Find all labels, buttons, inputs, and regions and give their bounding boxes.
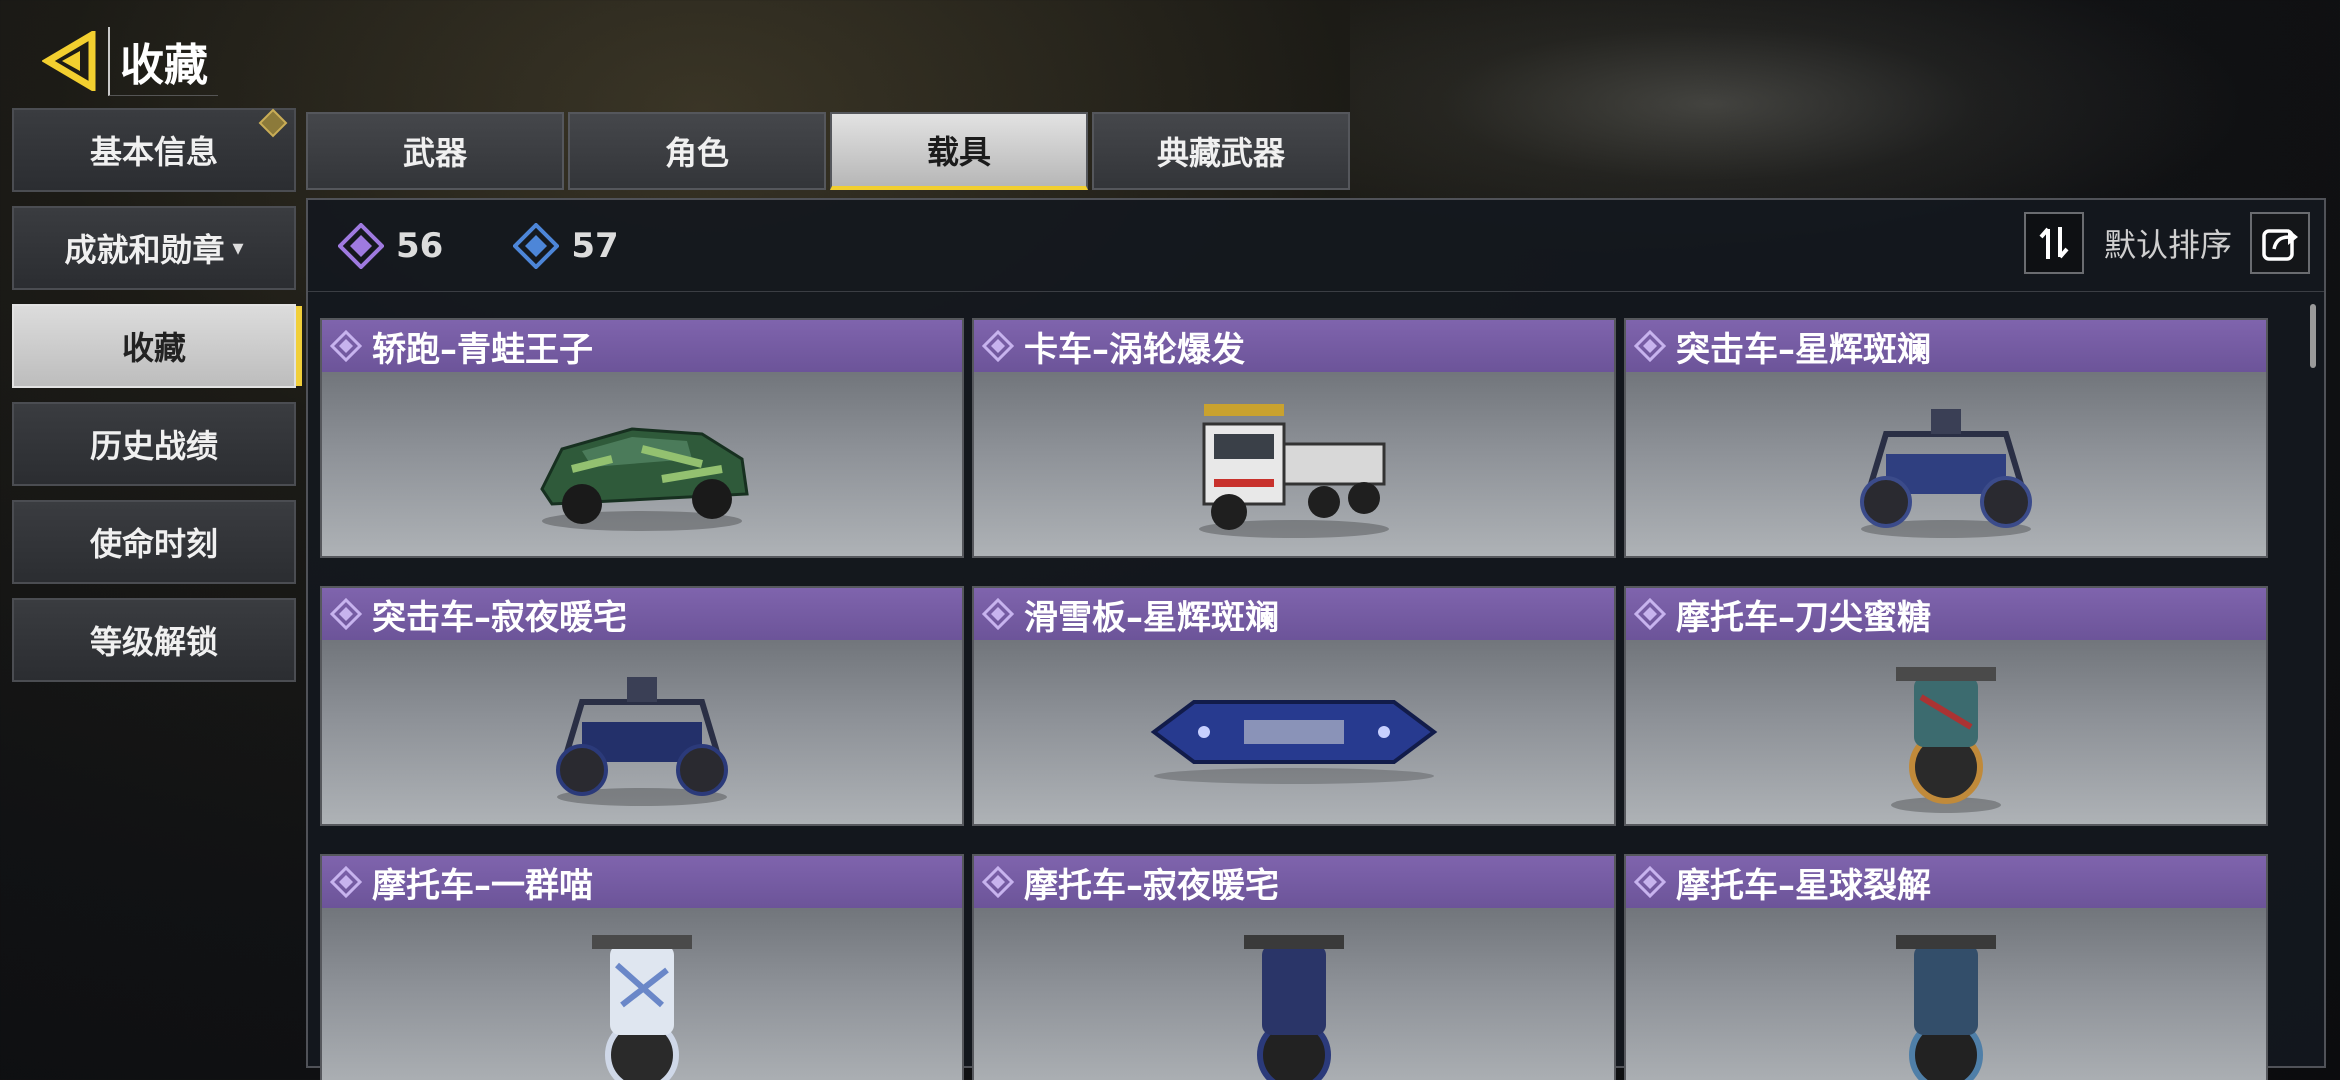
card-header: 轿跑–青蛙王子 xyxy=(322,320,962,372)
sidebar-item-history[interactable]: 历史战绩 xyxy=(12,402,296,486)
tab-collector-weapons[interactable]: 典藏武器 xyxy=(1092,112,1350,190)
card-title: 摩托车–一群喵 xyxy=(372,865,593,906)
card-header: 摩托车–一群喵 xyxy=(322,856,962,908)
sidebar-item-achievements[interactable]: 成就和勋章 ▾ xyxy=(12,206,296,290)
card-header: 卡车–涡轮爆发 xyxy=(974,320,1614,372)
purple-diamond-icon xyxy=(1634,866,1666,898)
purple-diamond-icon xyxy=(330,598,362,630)
buggy-image xyxy=(322,640,962,824)
sort-arrows-icon xyxy=(2039,227,2069,259)
motorcycle-image xyxy=(322,908,962,1080)
purple-count: 56 xyxy=(396,225,444,266)
purple-diamond-icon xyxy=(982,598,1014,630)
share-icon xyxy=(2262,229,2298,261)
vehicle-card[interactable]: 突击车–星辉斑斓 xyxy=(1624,318,2268,558)
sidebar-item-level-unlock[interactable]: 等级解锁 xyxy=(12,598,296,682)
card-header: 摩托车–寂夜暖宅 xyxy=(974,856,1614,908)
card-title: 卡车–涡轮爆发 xyxy=(1024,329,1245,370)
sidebar-item-basic-info[interactable]: 基本信息 xyxy=(12,108,296,192)
sidebar-item-label: 使命时刻 xyxy=(89,525,218,563)
collection-panel: 56 57 默认排序 轿跑–青蛙王子 卡车–涡轮爆发 突击车–星辉斑斓 突击车–… xyxy=(306,198,2326,1080)
back-arrow-icon xyxy=(42,31,96,91)
chevron-down-icon: ▾ xyxy=(232,235,244,261)
sidebar-item-label: 成就和勋章 xyxy=(64,231,225,269)
tab-characters[interactable]: 角色 xyxy=(568,112,826,190)
card-header: 突击车–寂夜暖宅 xyxy=(322,588,962,640)
card-title: 滑雪板–星辉斑斓 xyxy=(1024,597,1279,638)
card-header: 摩托车–刀尖蜜糖 xyxy=(1626,588,2266,640)
vehicle-card[interactable]: 滑雪板–星辉斑斓 xyxy=(972,586,1616,826)
sidebar: 基本信息 成就和勋章 ▾ 收藏 历史战绩 使命时刻 等级解锁 xyxy=(12,108,302,696)
vehicle-grid: 轿跑–青蛙王子 卡车–涡轮爆发 突击车–星辉斑斓 突击车–寂夜暖宅 滑雪板–星辉… xyxy=(320,318,2270,1080)
gold-diamond-icon xyxy=(258,108,288,138)
vehicle-card[interactable]: 摩托车–寂夜暖宅 xyxy=(972,854,1616,1080)
tab-vehicles[interactable]: 载具 xyxy=(830,112,1088,190)
category-tabs: 武器 角色 载具 典藏武器 xyxy=(306,112,1354,190)
sort-controls: 默认排序 xyxy=(2023,212,2310,274)
blue-counter: 57 xyxy=(513,222,619,269)
card-header: 突击车–星辉斑斓 xyxy=(1626,320,2266,372)
sidebar-item-label: 收藏 xyxy=(121,329,186,367)
vehicle-card[interactable]: 摩托车–刀尖蜜糖 xyxy=(1624,586,2268,826)
tab-weapons[interactable]: 武器 xyxy=(306,112,564,190)
car-image xyxy=(322,372,962,556)
purple-diamond-icon xyxy=(330,866,362,898)
purple-diamond-icon xyxy=(338,222,384,269)
vehicle-card[interactable]: 轿跑–青蛙王子 xyxy=(320,318,964,558)
card-header: 摩托车–星球裂解 xyxy=(1626,856,2266,908)
share-button[interactable] xyxy=(2250,212,2310,274)
card-title: 摩托车–刀尖蜜糖 xyxy=(1676,597,1931,638)
vehicle-card[interactable]: 摩托车–一群喵 xyxy=(320,854,964,1080)
card-title: 摩托车–星球裂解 xyxy=(1676,865,1931,906)
sort-label[interactable]: 默认排序 xyxy=(2104,220,2232,266)
vehicle-card[interactable]: 突击车–寂夜暖宅 xyxy=(320,586,964,826)
motorcycle-image xyxy=(974,908,1614,1080)
purple-diamond-icon xyxy=(982,330,1014,362)
vehicle-card[interactable]: 摩托车–星球裂解 xyxy=(1624,854,2268,1080)
purple-diamond-icon xyxy=(330,330,362,362)
card-title: 摩托车–寂夜暖宅 xyxy=(1024,865,1279,906)
truck-image xyxy=(974,372,1614,556)
motorcycle-image xyxy=(1626,640,2266,824)
sidebar-item-label: 等级解锁 xyxy=(89,623,218,661)
card-title: 突击车–星辉斑斓 xyxy=(1676,329,1931,370)
purple-diamond-icon xyxy=(982,866,1014,898)
purple-diamond-icon xyxy=(1634,330,1666,362)
purple-counter: 56 xyxy=(338,222,444,269)
blue-count: 57 xyxy=(571,225,619,266)
motorcycle-image xyxy=(1626,908,2266,1080)
sidebar-item-label: 基本信息 xyxy=(89,133,218,171)
card-title: 轿跑–青蛙王子 xyxy=(372,329,593,370)
card-title: 突击车–寂夜暖宅 xyxy=(372,597,627,638)
vehicle-card[interactable]: 卡车–涡轮爆发 xyxy=(972,318,1616,558)
sidebar-item-mission-moments[interactable]: 使命时刻 xyxy=(12,500,296,584)
blue-diamond-icon xyxy=(513,222,560,269)
card-header: 滑雪板–星辉斑斓 xyxy=(974,588,1614,640)
page-header: 收藏 xyxy=(40,26,218,96)
purple-diamond-icon xyxy=(1634,598,1666,630)
sort-button[interactable] xyxy=(2023,212,2084,274)
scrollbar[interactable] xyxy=(2310,304,2316,368)
buggy-image xyxy=(1626,372,2266,556)
panel-toolbar: 56 57 默认排序 xyxy=(308,200,2324,292)
page-title: 收藏 xyxy=(108,26,218,96)
snowboard-image xyxy=(974,640,1614,824)
sidebar-item-label: 历史战绩 xyxy=(89,427,218,465)
back-button[interactable] xyxy=(40,30,100,92)
sidebar-item-collection[interactable]: 收藏 xyxy=(12,304,302,388)
